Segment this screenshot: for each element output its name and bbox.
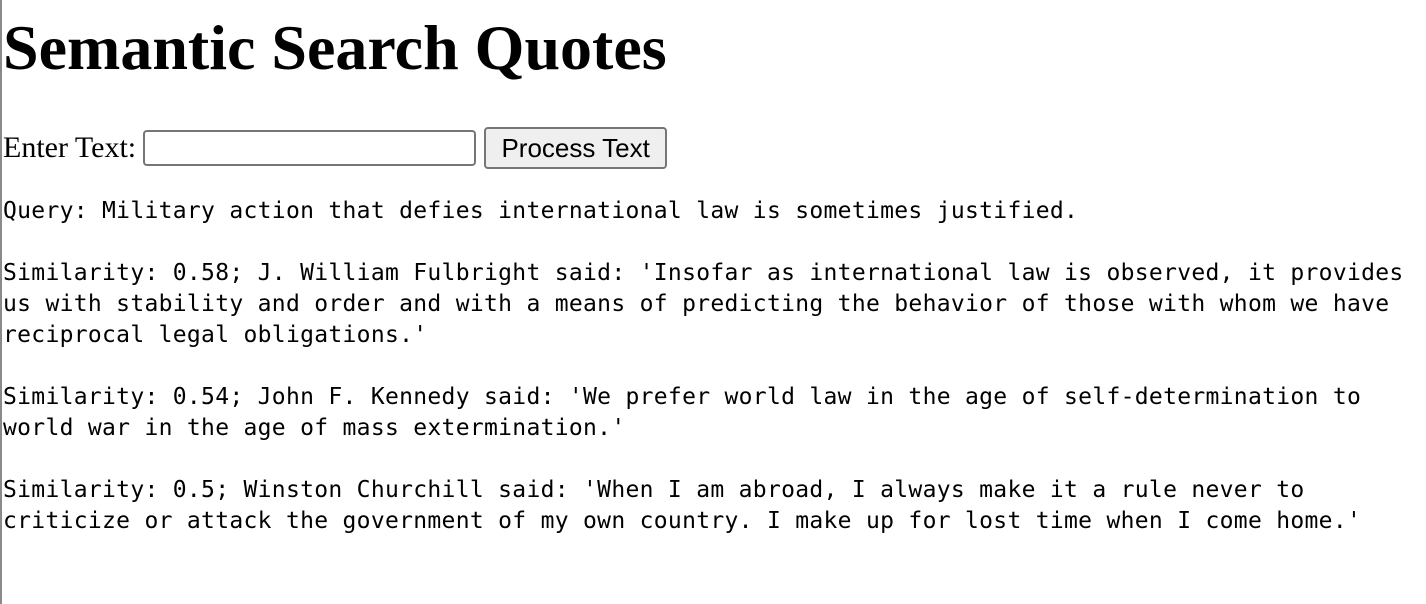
page-title: Semantic Search Quotes xyxy=(3,12,667,83)
result-line: criticize or attack the government of my… xyxy=(3,508,1362,534)
result-line: Similarity: 0.5; Winston Churchill said:… xyxy=(3,477,1305,503)
query-text: Query: Military action that defies inter… xyxy=(3,198,1079,224)
process-text-button[interactable]: Process Text xyxy=(484,127,668,169)
result-line: reciprocal legal obligations.' xyxy=(3,322,428,348)
result-item: Similarity: 0.58; J. William Fulbright s… xyxy=(3,258,1421,351)
left-border xyxy=(0,0,2,604)
result-line: Similarity: 0.54; John F. Kennedy said: … xyxy=(3,384,1362,410)
search-form: Enter Text: Process Text xyxy=(3,126,668,170)
results-section: Query: Military action that defies inter… xyxy=(3,196,1421,568)
result-line: world war in the age of mass exterminati… xyxy=(3,415,626,441)
text-input[interactable] xyxy=(143,130,477,166)
result-line: us with stability and order and with a m… xyxy=(3,291,1390,317)
result-item: Similarity: 0.5; Winston Churchill said:… xyxy=(3,475,1421,537)
result-line: Similarity: 0.58; J. William Fulbright s… xyxy=(3,260,1404,286)
result-item: Similarity: 0.54; John F. Kennedy said: … xyxy=(3,382,1421,444)
enter-text-label: Enter Text: xyxy=(3,131,137,164)
